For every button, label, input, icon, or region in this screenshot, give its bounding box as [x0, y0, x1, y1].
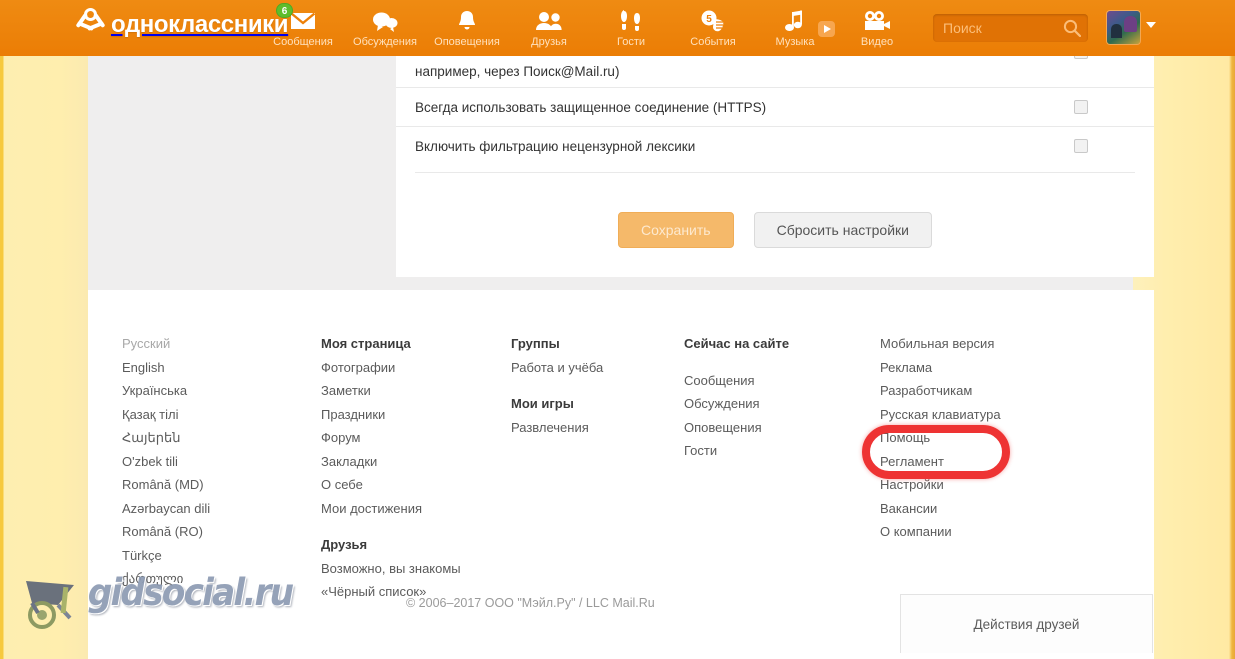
footer-column-now-on-site: Сейчас на сайте Сообщения Обсуждения Опо…: [684, 332, 880, 604]
chat-bubbles-icon: [344, 7, 426, 35]
footer-heading: Сейчас на сайте: [684, 336, 790, 351]
nav-item-friends[interactable]: Друзья: [508, 4, 590, 48]
calendar-hand-icon: 5: [672, 7, 754, 35]
settings-panel: например, через Поиск@Mail.ru) Всегда ис…: [396, 47, 1154, 277]
video-play-icon: [817, 18, 837, 40]
site-footer: Русский English Українська Қазақ тілі Հա…: [88, 290, 1154, 659]
nav-item-video[interactable]: Видео: [836, 4, 918, 48]
setting-label: например, через Поиск@Mail.ru): [415, 64, 620, 79]
nav-label: Гости: [616, 36, 646, 48]
nav-item-messages[interactable]: 6 Сообщения: [262, 3, 344, 48]
footer-link[interactable]: Azərbaycan dili: [122, 497, 321, 521]
footer-link[interactable]: Работа и учёба: [511, 356, 684, 380]
setting-row-search-visibility[interactable]: например, через Поиск@Mail.ru): [396, 47, 1154, 87]
envelope-icon: [262, 7, 344, 35]
video-camera-icon: [836, 7, 918, 35]
footer-link[interactable]: Гости: [684, 439, 880, 463]
footer-link[interactable]: Реклама: [880, 356, 1080, 380]
copyright-text: © 2006–2017 ООО "Мэйл.Ру" / LLC Mail.Ru: [406, 596, 655, 610]
footer-columns: Русский English Українська Қазақ тілі Հա…: [122, 332, 1142, 604]
reset-settings-button[interactable]: Сбросить настройки: [753, 212, 932, 248]
setting-label: Всегда использовать защищенное соединени…: [415, 99, 767, 115]
save-button[interactable]: Сохранить: [618, 212, 734, 248]
search-input[interactable]: [943, 14, 1055, 42]
footer-link[interactable]: O'zbek tili: [122, 450, 321, 474]
footer-link-regulations[interactable]: Регламент: [880, 450, 1080, 474]
nav-label: Друзья: [531, 36, 567, 48]
footer-link[interactable]: Форум: [321, 426, 511, 450]
settings-actions: Сохранить Сбросить настройки: [396, 212, 1154, 248]
footer-link[interactable]: Закладки: [321, 450, 511, 474]
footer-link[interactable]: Сообщения: [684, 369, 880, 393]
setting-label: Включить фильтрацию нецензурной лексики: [415, 138, 696, 154]
footer-heading: Мои игры: [511, 396, 574, 411]
footer-link[interactable]: Вакансии: [880, 497, 1080, 521]
footer-link[interactable]: Türkçe: [122, 544, 321, 568]
user-avatar[interactable]: [1107, 11, 1140, 44]
footer-link[interactable]: Мобильная версия: [880, 332, 1080, 356]
search-box[interactable]: [933, 14, 1088, 42]
nav-label: Сообщения: [273, 36, 333, 48]
bell-icon: [426, 7, 508, 35]
friends-actions-box[interactable]: Действия друзей: [900, 594, 1153, 653]
footer-heading: Моя страница: [321, 336, 411, 351]
footer-link[interactable]: Мои достижения: [321, 497, 511, 521]
footer-link[interactable]: Оповещения: [684, 416, 880, 440]
footer-link[interactable]: Возможно, вы знакомы: [321, 557, 511, 581]
footprints-icon: [590, 7, 672, 35]
nav-label: События: [690, 36, 736, 48]
footer-link[interactable]: О компании: [880, 520, 1080, 544]
setting-checkbox[interactable]: [1074, 139, 1088, 153]
site-logo[interactable]: одноклассники: [78, 8, 289, 42]
footer-link[interactable]: Қазақ тілі: [122, 403, 321, 427]
nav-item-guests[interactable]: Гости: [590, 4, 672, 48]
ok-logo-icon: [78, 8, 104, 42]
footer-link[interactable]: Українська: [122, 379, 321, 403]
nav-item-discussions[interactable]: Обсуждения: [344, 4, 426, 48]
footer-link[interactable]: Развлечения: [511, 416, 684, 440]
nav-label: Обсуждения: [353, 36, 417, 48]
footer-column-groups: Группы Работа и учёба Мои игры Развлечен…: [511, 332, 684, 604]
footer-heading: Друзья: [321, 537, 368, 552]
nav-label: Оповещения: [434, 36, 500, 48]
footer-link[interactable]: Հայերեն: [122, 426, 321, 450]
nav-item-events[interactable]: 5 События: [672, 4, 754, 48]
settings-divider: [415, 172, 1135, 173]
footer-link[interactable]: Română (RO): [122, 520, 321, 544]
nav-label: Видео: [860, 36, 894, 48]
footer-link[interactable]: English: [122, 356, 321, 380]
footer-link[interactable]: Настройки: [880, 473, 1080, 497]
footer-column-my-page: Моя страница Фотографии Заметки Праздник…: [321, 332, 511, 604]
footer-link[interactable]: Русская клавиатура: [880, 403, 1080, 427]
friends-actions-label: Действия друзей: [973, 616, 1080, 632]
setting-checkbox[interactable]: [1074, 100, 1088, 114]
search-icon[interactable]: [1062, 18, 1082, 38]
footer-link[interactable]: Помощь: [880, 426, 1080, 450]
footer-link[interactable]: Обсуждения: [684, 392, 880, 416]
footer-link[interactable]: ქართული: [122, 567, 321, 591]
people-icon: [508, 7, 590, 35]
footer-link[interactable]: Праздники: [321, 403, 511, 427]
messages-badge: 6: [276, 3, 293, 18]
svg-text:5: 5: [706, 14, 712, 25]
setting-row-profanity-filter[interactable]: Включить фильтрацию нецензурной лексики: [396, 126, 1154, 165]
footer-link[interactable]: Фотографии: [321, 356, 511, 380]
screen-root: одноклассники 6 Сообщения Обсуждения Опо…: [0, 0, 1235, 659]
footer-link[interactable]: Разработчикам: [880, 379, 1080, 403]
footer-column-languages: Русский English Українська Қазақ тілі Հա…: [122, 332, 321, 604]
setting-row-https[interactable]: Всегда использовать защищенное соединени…: [396, 87, 1154, 126]
chevron-down-icon[interactable]: [1146, 22, 1156, 28]
page-decor-left: [0, 56, 88, 659]
footer-column-service: Мобильная версия Реклама Разработчикам Р…: [880, 332, 1080, 604]
footer-link[interactable]: Заметки: [321, 379, 511, 403]
footer-link[interactable]: Русский: [122, 332, 321, 356]
footer-link[interactable]: Română (MD): [122, 473, 321, 497]
footer-heading: Группы: [511, 336, 560, 351]
top-navigation-bar: одноклассники 6 Сообщения Обсуждения Опо…: [0, 0, 1235, 56]
nav-item-notifications[interactable]: Оповещения: [426, 4, 508, 48]
footer-link[interactable]: О себе: [321, 473, 511, 497]
